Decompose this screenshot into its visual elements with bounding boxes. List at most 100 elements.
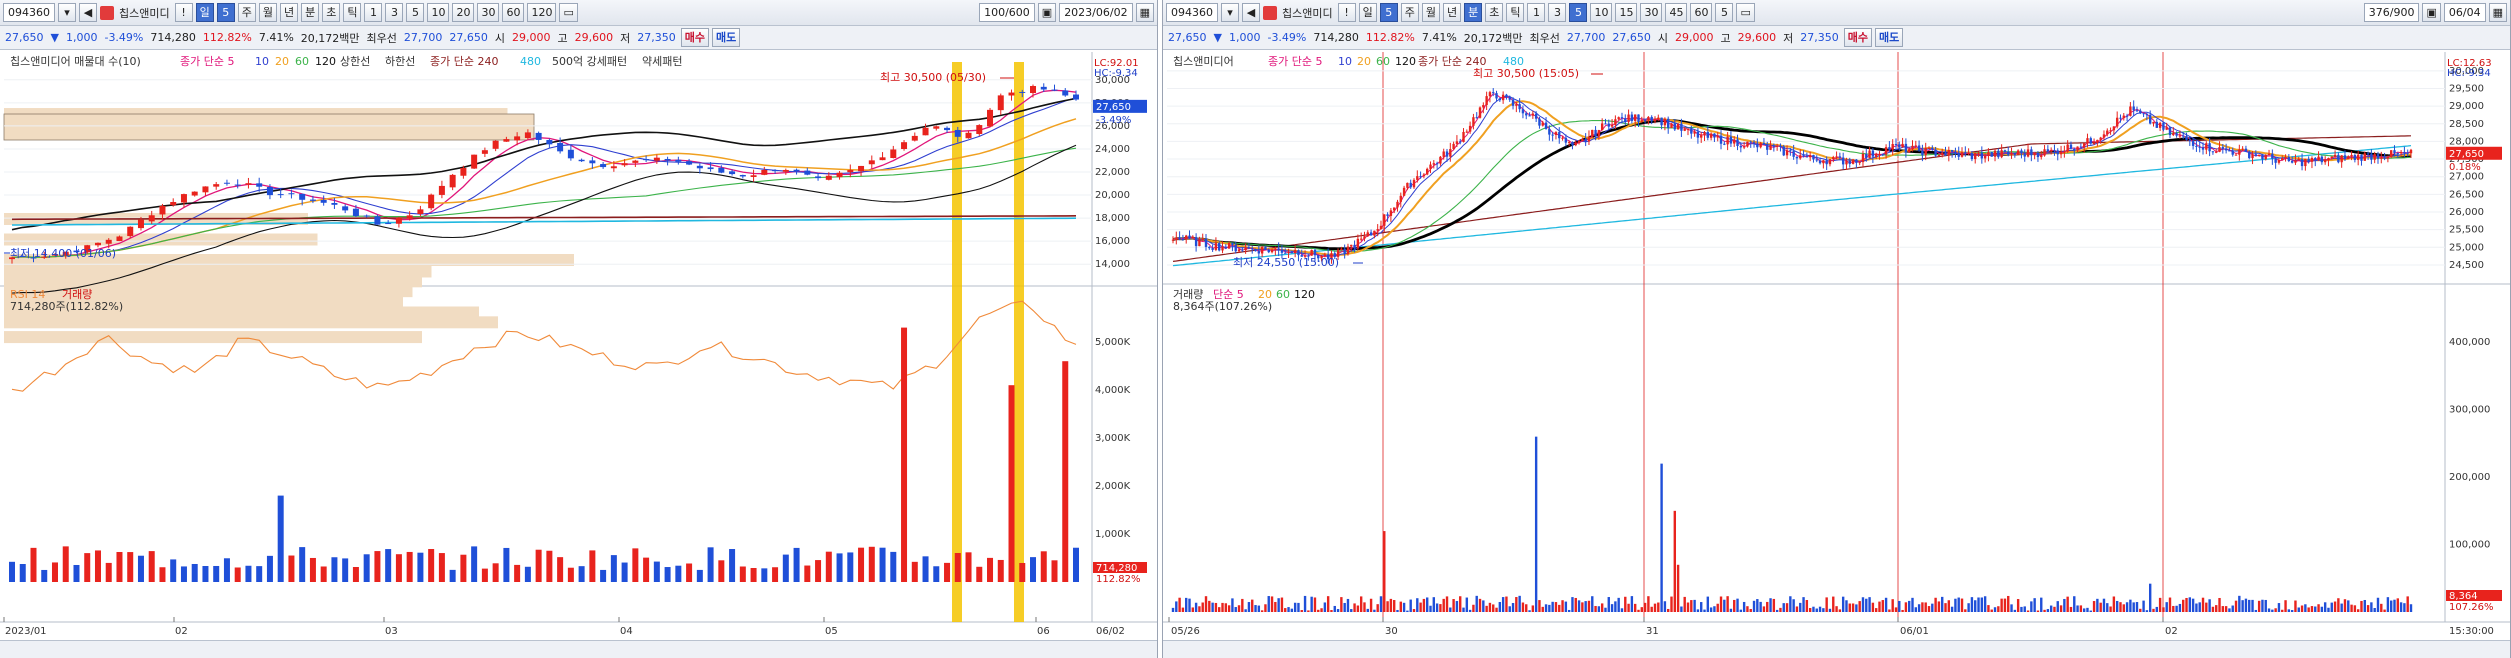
info-icon[interactable]: ! — [1337, 3, 1356, 22]
period-day-button[interactable]: 일 — [1358, 3, 1377, 22]
period-week-button[interactable]: 주 — [1400, 3, 1419, 22]
zoom-out-icon[interactable]: ▭ — [1736, 3, 1755, 22]
candle-body — [1561, 137, 1564, 139]
volume-bar — [1389, 598, 1393, 612]
period-second-button[interactable]: 초 — [1485, 3, 1504, 22]
volume-bar — [1874, 608, 1878, 612]
volume-bar — [1610, 604, 1614, 612]
period-minute-button[interactable]: 분 — [1464, 3, 1483, 22]
minute-step-1[interactable]: 1 — [1527, 3, 1546, 22]
candle-body — [2340, 155, 2343, 163]
volume-bar — [514, 564, 521, 582]
stock-code-input[interactable]: 094360 — [1166, 3, 1218, 22]
minute-step-5[interactable]: 5 — [406, 3, 425, 22]
minute-step-60[interactable]: 60 — [502, 3, 525, 22]
volume-bar — [1719, 596, 1723, 612]
search-icon[interactable]: ▾ — [1221, 3, 1239, 22]
period-month-button[interactable]: 월 — [258, 3, 277, 22]
candle-body — [2251, 154, 2254, 159]
period-count-button[interactable]: 5 — [1379, 3, 1398, 22]
date-input[interactable]: 06/04 — [2443, 3, 2486, 22]
minute-step-custom[interactable]: 5 — [1715, 3, 1734, 22]
candle-body — [2244, 148, 2248, 152]
daily-candlestick-chart[interactable]: 30,00028,00026,00024,00022,00020,00018,0… — [0, 52, 1158, 640]
axis-hc-label: HC:-9.34 — [2447, 68, 2491, 79]
lock-icon[interactable]: ▣ — [1037, 3, 1057, 22]
sell-button[interactable]: 매도 — [712, 28, 741, 47]
candle-body — [1363, 236, 1366, 239]
minute-step-3[interactable]: 3 — [385, 3, 404, 22]
minute-step-60[interactable]: 60 — [1690, 3, 1713, 22]
candle-body — [621, 163, 628, 166]
volume-bar — [1832, 596, 1835, 612]
volume-bar — [1739, 609, 1743, 612]
candle-body — [2343, 155, 2347, 160]
period-year-button[interactable]: 년 — [1442, 3, 1462, 22]
volume-bar — [1366, 608, 1369, 612]
prev-arrow-icon[interactable]: ◀ — [1242, 3, 1260, 22]
period-tick-button[interactable]: 틱 — [343, 3, 362, 22]
candle-body — [1911, 145, 1914, 150]
candle-body — [1858, 162, 1861, 164]
candle-body — [234, 184, 241, 186]
chart-scrollbar[interactable] — [1163, 640, 2510, 658]
minute-step-1[interactable]: 1 — [364, 3, 383, 22]
date-input[interactable]: 2023/06/02 — [1059, 3, 1133, 22]
bar-count-input[interactable]: 376/900 — [2363, 3, 2420, 22]
volume-bar — [2188, 597, 2192, 612]
candle-body — [417, 209, 424, 214]
volume-bar — [2198, 602, 2201, 612]
volume-bar — [1412, 609, 1416, 612]
volume-bar — [1591, 596, 1594, 612]
buy-button[interactable]: 매수 — [1843, 28, 1873, 47]
lock-icon[interactable]: ▣ — [2422, 3, 2441, 22]
best-label: 최우선 — [1529, 31, 1560, 45]
search-icon[interactable]: ▾ — [58, 3, 76, 22]
candle-body — [1683, 129, 1686, 131]
candle-body — [2323, 159, 2327, 163]
volume-bar — [707, 547, 714, 582]
minute-step-45[interactable]: 45 — [1665, 3, 1688, 22]
minute-step-3[interactable]: 3 — [1548, 3, 1567, 22]
volume-bar — [19, 564, 26, 582]
period-minute-button[interactable]: 분 — [301, 3, 320, 22]
minute-step-5[interactable]: 5 — [1569, 3, 1588, 22]
period-month-button[interactable]: 월 — [1421, 3, 1440, 22]
chart-scrollbar[interactable] — [0, 640, 1157, 658]
period-day-button[interactable]: 일 — [195, 3, 214, 22]
minute-step-20[interactable]: 20 — [452, 3, 475, 22]
candle-body — [1383, 214, 1386, 226]
minute-step-30[interactable]: 30 — [477, 3, 500, 22]
minute-step-120[interactable]: 120 — [527, 3, 557, 22]
candle-body — [1369, 232, 1373, 236]
minute-step-15[interactable]: 15 — [1615, 3, 1638, 22]
period-tick-button[interactable]: 틱 — [1506, 3, 1525, 22]
volume-bar — [1607, 597, 1610, 612]
period-week-button[interactable]: 주 — [237, 3, 256, 22]
volume-bar — [2086, 607, 2089, 612]
info-icon[interactable]: ! — [174, 3, 193, 22]
prev-arrow-icon[interactable]: ◀ — [79, 3, 97, 22]
stock-code-input[interactable]: 094360 — [3, 3, 55, 22]
minute-step-10[interactable]: 10 — [1590, 3, 1613, 22]
calendar-icon[interactable]: ▦ — [1135, 3, 1154, 22]
candle-body — [2254, 154, 2258, 156]
bar-count-input[interactable]: 100/600 — [979, 3, 1035, 22]
minute-step-30[interactable]: 30 — [1640, 3, 1663, 22]
volume-bar — [1709, 607, 1713, 612]
calendar-icon[interactable]: ▦ — [2488, 3, 2507, 22]
minute-step-10[interactable]: 10 — [427, 3, 450, 22]
period-second-button[interactable]: 초 — [322, 3, 341, 22]
volume-bar — [2172, 605, 2175, 612]
minute-candlestick-chart[interactable]: 30,00029,50029,00028,50028,00027,50027,0… — [1163, 52, 2511, 640]
buy-button[interactable]: 매수 — [680, 28, 710, 47]
candle-body — [997, 95, 1004, 111]
zoom-out-icon[interactable]: ▭ — [559, 3, 578, 22]
period-year-button[interactable]: 년 — [279, 3, 299, 22]
volume-bar — [2353, 605, 2357, 612]
volume-bar — [1465, 597, 1469, 612]
period-count-button[interactable]: 5 — [216, 3, 235, 22]
candle-body — [2106, 130, 2109, 135]
high-annotation: 최고 30,500 (15:05) — [1473, 67, 1579, 80]
sell-button[interactable]: 매도 — [1875, 28, 1904, 47]
